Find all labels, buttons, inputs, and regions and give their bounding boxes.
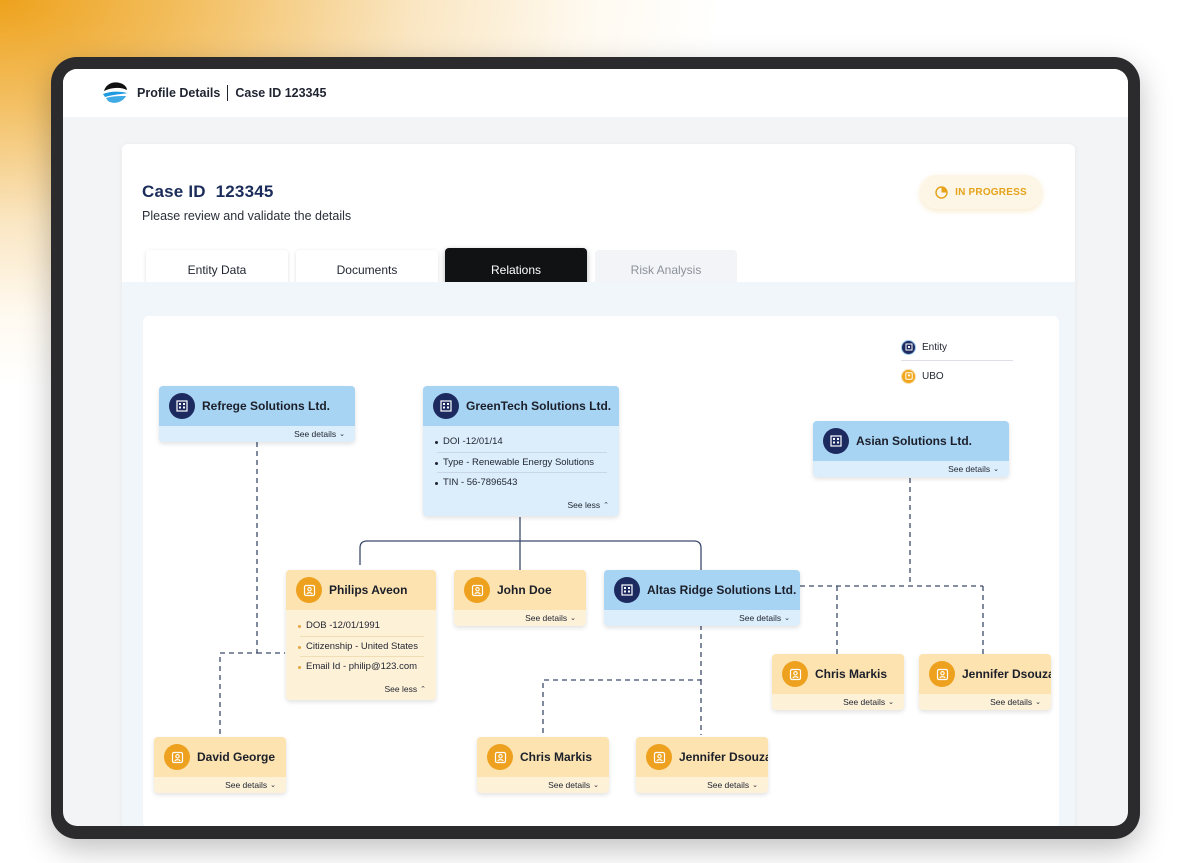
- case-title: Case ID 123345: [142, 182, 274, 201]
- toggle-label: See details: [548, 780, 591, 790]
- entity-node-greentech[interactable]: GreenTech Solutions Ltd. DOI -12/01/14 T…: [423, 386, 619, 516]
- pie-chart-icon: [935, 185, 948, 199]
- toggle-label: See details: [843, 697, 886, 707]
- status-label: IN PROGRESS: [955, 186, 1027, 198]
- ubo-node-jennifer-dsouza-altas[interactable]: Jennifer Dsouza See details ⌄: [636, 737, 768, 793]
- see-less-toggle[interactable]: See less ⌃: [286, 678, 436, 700]
- see-details-toggle[interactable]: See details ⌄: [159, 426, 355, 442]
- building-icon: [614, 577, 640, 603]
- toggle-label: See details: [739, 613, 782, 623]
- building-icon: [169, 393, 195, 419]
- entity-node-refrege[interactable]: Refrege Solutions Ltd. See details ⌄: [159, 386, 355, 442]
- breadcrumb-case-id: Case ID 123345: [235, 86, 327, 100]
- legend-entity: Entity: [901, 336, 1013, 358]
- toggle-label: See details: [948, 464, 991, 474]
- chevron-down-icon: ⌄: [339, 431, 345, 438]
- node-name: Philips Aveon: [329, 583, 408, 597]
- node-name: Asian Solutions Ltd.: [856, 434, 972, 448]
- person-card-icon: [929, 661, 955, 687]
- see-details-toggle[interactable]: See details ⌄: [919, 694, 1051, 710]
- node-name: David George: [197, 750, 276, 764]
- building-icon: [823, 428, 849, 454]
- person-card-icon: [487, 744, 513, 770]
- detail-item: TIN - 56-7896543: [435, 473, 607, 494]
- chevron-down-icon: ⌄: [993, 466, 999, 473]
- see-details-toggle[interactable]: See details ⌄: [772, 694, 904, 710]
- status-badge: IN PROGRESS: [920, 175, 1042, 209]
- toggle-label: See less: [384, 683, 418, 694]
- node-name: Refrege Solutions Ltd.: [202, 399, 331, 413]
- ubo-node-philips[interactable]: Philips Aveon DOB -12/01/1991 Citizenshi…: [286, 570, 436, 700]
- toggle-label: See less: [567, 499, 601, 510]
- chevron-up-icon: ⌃: [603, 501, 609, 509]
- profile-details-title: Profile Details: [137, 86, 221, 100]
- node-name: Chris Markis: [815, 667, 888, 681]
- chevron-down-icon: ⌄: [784, 615, 790, 622]
- node-name: Jennifer Dsouza: [962, 667, 1051, 681]
- node-name: John Doe: [497, 583, 552, 597]
- see-details-toggle[interactable]: See details ⌄: [604, 610, 800, 626]
- chevron-up-icon: ⌃: [420, 685, 426, 693]
- chevron-down-icon: ⌄: [570, 615, 576, 622]
- legend-entity-label: Entity: [922, 341, 948, 353]
- ubo-node-john-doe[interactable]: John Doe See details ⌄: [454, 570, 586, 626]
- ubo-node-jennifer-dsouza-asian[interactable]: Jennifer Dsouza See details ⌄: [919, 654, 1051, 710]
- detail-item: Type - Renewable Energy Solutions: [435, 453, 607, 473]
- chevron-down-icon: ⌄: [593, 782, 599, 789]
- see-details-toggle[interactable]: See details ⌄: [454, 610, 586, 626]
- legend-ubo-label: UBO: [922, 370, 944, 382]
- toggle-label: See details: [707, 780, 750, 790]
- person-card-icon: [164, 744, 190, 770]
- legend-divider: [901, 360, 1013, 361]
- legend-ubo: UBO: [901, 365, 1013, 387]
- detail-item: Citizenship - United States: [298, 637, 424, 657]
- detail-item: DOB -12/01/1991: [298, 616, 424, 637]
- node-name: GreenTech Solutions Ltd.: [466, 399, 612, 413]
- ubo-node-david-george[interactable]: David George See details ⌄: [154, 737, 286, 793]
- ubo-node-chris-markis-altas[interactable]: Chris Markis See details ⌄: [477, 737, 609, 793]
- detail-item: Email Id - philip@123.com: [298, 657, 424, 678]
- toggle-label: See details: [990, 697, 1033, 707]
- chevron-down-icon: ⌄: [1035, 699, 1041, 706]
- case-subtitle: Please review and validate the details: [142, 209, 352, 223]
- node-details: DOB -12/01/1991 Citizenship - United Sta…: [286, 610, 436, 678]
- graph-legend: Entity UBO: [901, 336, 1013, 387]
- person-card-icon: [464, 577, 490, 603]
- chevron-down-icon: ⌄: [270, 782, 276, 789]
- see-details-toggle[interactable]: See details ⌄: [477, 777, 609, 793]
- case-card: Case ID 123345 Please review and validat…: [122, 144, 1075, 826]
- chevron-down-icon: ⌄: [888, 699, 894, 706]
- see-details-toggle[interactable]: See details ⌄: [154, 777, 286, 793]
- chevron-down-icon: ⌄: [752, 782, 758, 789]
- person-card-icon: [646, 744, 672, 770]
- person-card-icon: [782, 661, 808, 687]
- see-details-toggle[interactable]: See details ⌄: [636, 777, 768, 793]
- building-icon: [433, 393, 459, 419]
- person-card-icon: [296, 577, 322, 603]
- node-name: Chris Markis: [520, 750, 593, 764]
- relations-graph[interactable]: Entity UBO Refrege Solutions Ltd. See de…: [143, 316, 1059, 826]
- toggle-label: See details: [225, 780, 268, 790]
- company-logo-icon: [103, 82, 127, 103]
- app-screen: Profile Details Case ID 123345 Case ID 1…: [63, 69, 1128, 826]
- relations-panel: Entity UBO Refrege Solutions Ltd. See de…: [122, 282, 1075, 826]
- device-frame: Profile Details Case ID 123345 Case ID 1…: [51, 57, 1140, 839]
- detail-item: DOI -12/01/14: [435, 432, 607, 453]
- node-name: Altas Ridge Solutions Ltd.: [647, 583, 797, 597]
- entity-node-altas-ridge[interactable]: Altas Ridge Solutions Ltd. See details ⌄: [604, 570, 800, 626]
- node-name: Jennifer Dsouza: [679, 750, 768, 764]
- entity-node-asian[interactable]: Asian Solutions Ltd. See details ⌄: [813, 421, 1009, 477]
- see-less-toggle[interactable]: See less ⌃: [423, 494, 619, 516]
- toggle-label: See details: [294, 429, 337, 439]
- top-bar: Profile Details Case ID 123345: [63, 69, 1128, 117]
- title-divider: [227, 85, 229, 101]
- toggle-label: See details: [525, 613, 568, 623]
- see-details-toggle[interactable]: See details ⌄: [813, 461, 1009, 477]
- building-icon: [901, 339, 916, 355]
- node-details: DOI -12/01/14 Type - Renewable Energy So…: [423, 426, 619, 494]
- ubo-node-chris-markis-asian[interactable]: Chris Markis See details ⌄: [772, 654, 904, 710]
- person-card-icon: [901, 368, 916, 384]
